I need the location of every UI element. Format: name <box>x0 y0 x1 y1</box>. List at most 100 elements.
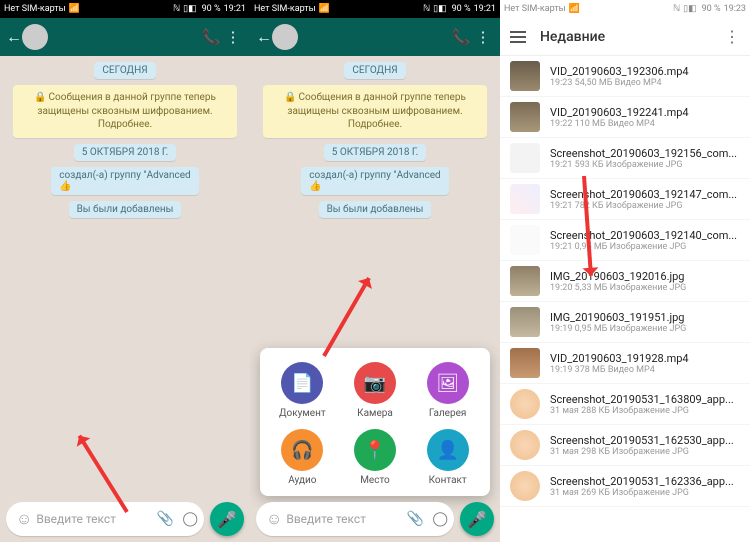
encryption-notice[interactable]: 🔒Сообщения в данной группе теперь защище… <box>13 85 238 138</box>
attach-contact[interactable]: 👤 Контакт <box>412 429 484 486</box>
file-name: VID_20190603_192241.mp4 <box>550 106 740 119</box>
file-meta: 19:21 593 КБ Изображение JPG <box>550 160 740 170</box>
attach-icon[interactable]: 📎 <box>407 511 424 527</box>
file-row[interactable]: Screenshot_20190531_163809_app...31 мая … <box>500 384 750 425</box>
file-name: Screenshot_20190531_162336_app... <box>550 475 740 488</box>
file-thumb <box>510 389 540 419</box>
input-bar: ☺ Введите текст 📎 ◯ 🎤 <box>256 502 494 536</box>
file-row[interactable]: VID_20190603_191928.mp419:19 378 МБ Виде… <box>500 343 750 384</box>
file-thumb <box>510 102 540 132</box>
camera-icon[interactable]: ◯ <box>182 511 198 527</box>
encryption-notice[interactable]: 🔒Сообщения в данной группе теперь защище… <box>263 85 488 138</box>
attach-camera[interactable]: 📷 Камера <box>339 362 411 419</box>
clock-text: 19:21 <box>224 4 246 14</box>
attach-gallery[interactable]: 🖼 Галерея <box>412 362 484 419</box>
file-name: Screenshot_20190603_192140_com... <box>550 229 740 242</box>
file-name: Screenshot_20190603_192147_com... <box>550 188 740 201</box>
file-row[interactable]: VID_20190603_192306.mp419:23 54,50 МБ Ви… <box>500 56 750 97</box>
file-thumb <box>510 184 540 214</box>
attachment-sheet: 📄 Документ 📷 Камера 🖼 Галерея 🎧 Аудио 📍 … <box>260 348 490 496</box>
file-row[interactable]: IMG_20190603_192016.jpg19:20 5,33 МБ Изо… <box>500 261 750 302</box>
message-input[interactable]: ☺ Введите текст 📎 ◯ <box>6 502 204 536</box>
file-name: IMG_20190603_192016.jpg <box>550 270 740 283</box>
file-meta: 19:19 0,95 МБ Изображение JPG <box>550 324 740 334</box>
file-row[interactable]: Screenshot_20190531_162336_app...31 мая … <box>500 466 750 507</box>
file-row[interactable]: VID_20190603_192241.mp419:22 110 МБ Виде… <box>500 97 750 138</box>
audio-icon: 🎧 <box>281 429 323 471</box>
system-msg-created: создал(-а) группу "Advanced👍 <box>51 167 198 195</box>
date-pill: 5 ОКТЯБРЯ 2018 Г. <box>324 144 426 161</box>
nfc-icon: 📶 <box>69 4 80 14</box>
file-thumb <box>510 471 540 501</box>
document-icon: 📄 <box>281 362 323 404</box>
file-name: Screenshot_20190531_163809_app... <box>550 393 740 406</box>
attach-location[interactable]: 📍 Место <box>339 429 411 486</box>
call-icon[interactable]: 📞 <box>200 28 222 46</box>
hamburger-icon[interactable] <box>510 31 526 43</box>
file-meta: 19:21 782 КБ Изображение JPG <box>550 201 740 211</box>
file-meta: 19:22 110 МБ Видео MP4 <box>550 119 740 129</box>
file-thumb <box>510 430 540 460</box>
more-icon[interactable]: ⋮ <box>472 28 494 46</box>
file-thumb <box>510 348 540 378</box>
emoji-icon[interactable]: ☺ <box>16 509 32 529</box>
attach-audio[interactable]: 🎧 Аудио <box>266 429 338 486</box>
file-meta: 19:23 54,50 МБ Видео MP4 <box>550 78 740 88</box>
file-row[interactable]: Screenshot_20190603_192140_com...19:21 0… <box>500 220 750 261</box>
file-name: VID_20190603_192306.mp4 <box>550 65 740 78</box>
file-name: Screenshot_20190531_162530_app... <box>550 434 740 447</box>
file-meta: 31 мая 288 КБ Изображение JPG <box>550 406 740 416</box>
system-msg-added: Вы были добавлены <box>319 201 432 218</box>
status-bar: Нет SIM-карты 📶 ℕ▯◧90 %19:21 <box>0 0 250 18</box>
chat-header: ← 📞 ⋮ <box>250 18 500 56</box>
mic-icon: 🎤 <box>467 510 487 529</box>
file-name: IMG_20190603_191951.jpg <box>550 311 740 324</box>
camera-icon: 📷 <box>354 362 396 404</box>
file-meta: 19:20 5,33 МБ Изображение JPG <box>550 283 740 293</box>
file-thumb <box>510 143 540 173</box>
file-row[interactable]: IMG_20190603_191951.jpg19:19 0,95 МБ Изо… <box>500 302 750 343</box>
avatar[interactable] <box>22 24 48 50</box>
call-icon[interactable]: 📞 <box>450 28 472 46</box>
attach-document[interactable]: 📄 Документ <box>266 362 338 419</box>
nfc-icon: ℕ <box>173 4 180 14</box>
file-thumb <box>510 266 540 296</box>
file-meta: 31 мая 269 КБ Изображение JPG <box>550 488 740 498</box>
attach-icon[interactable]: 📎 <box>157 511 174 527</box>
back-icon[interactable]: ← <box>6 27 20 47</box>
gallery-icon: 🖼 <box>427 362 469 404</box>
file-meta: 19:21 0,95 МБ Изображение JPG <box>550 242 740 252</box>
message-input[interactable]: ☺ Введите текст 📎 ◯ <box>256 502 454 536</box>
file-meta: 31 мая 298 КБ Изображение JPG <box>550 447 740 457</box>
emoji-icon[interactable]: ☺ <box>266 509 282 529</box>
camera-icon[interactable]: ◯ <box>432 511 448 527</box>
status-bar: Нет SIM-карты 📶 ℕ▯◧90 %19:21 <box>250 0 500 18</box>
file-row[interactable]: Screenshot_20190603_192147_com...19:21 7… <box>500 179 750 220</box>
back-icon[interactable]: ← <box>256 27 270 47</box>
panel-chat-normal: Нет SIM-карты 📶 ℕ▯◧90 %19:21 ← 📞 ⋮ СЕГОД… <box>0 0 250 542</box>
status-bar: Нет SIM-карты 📶 ℕ▯◧90 %19:23 <box>500 0 750 18</box>
system-msg-added: Вы были добавлены <box>69 201 182 218</box>
file-thumb <box>510 307 540 337</box>
mic-button[interactable]: 🎤 <box>210 502 244 536</box>
date-pill: 5 ОКТЯБРЯ 2018 Г. <box>74 144 176 161</box>
avatar[interactable] <box>272 24 298 50</box>
file-row[interactable]: Screenshot_20190531_162530_app...31 мая … <box>500 425 750 466</box>
file-name: VID_20190603_191928.mp4 <box>550 352 740 365</box>
file-picker-title: Недавние <box>540 29 710 45</box>
file-list[interactable]: VID_20190603_192306.mp419:23 54,50 МБ Ви… <box>500 56 750 542</box>
chat-body: СЕГОДНЯ 🔒Сообщения в данной группе тепер… <box>0 56 250 542</box>
file-name: Screenshot_20190603_192156_com... <box>550 147 740 160</box>
date-pill-today: СЕГОДНЯ <box>94 62 155 79</box>
location-icon: 📍 <box>354 429 396 471</box>
mic-button[interactable]: 🎤 <box>460 502 494 536</box>
input-placeholder: Введите текст <box>36 512 157 526</box>
chat-header: ← 📞 ⋮ <box>0 18 250 56</box>
system-msg-created: создал(-а) группу "Advanced👍 <box>301 167 448 195</box>
date-pill-today: СЕГОДНЯ <box>344 62 405 79</box>
more-icon[interactable]: ⋮ <box>724 27 740 46</box>
file-row[interactable]: Screenshot_20190603_192156_com...19:21 5… <box>500 138 750 179</box>
chat-body: СЕГОДНЯ 🔒Сообщения в данной группе тепер… <box>250 56 500 542</box>
more-icon[interactable]: ⋮ <box>222 28 244 46</box>
contact-icon: 👤 <box>427 429 469 471</box>
